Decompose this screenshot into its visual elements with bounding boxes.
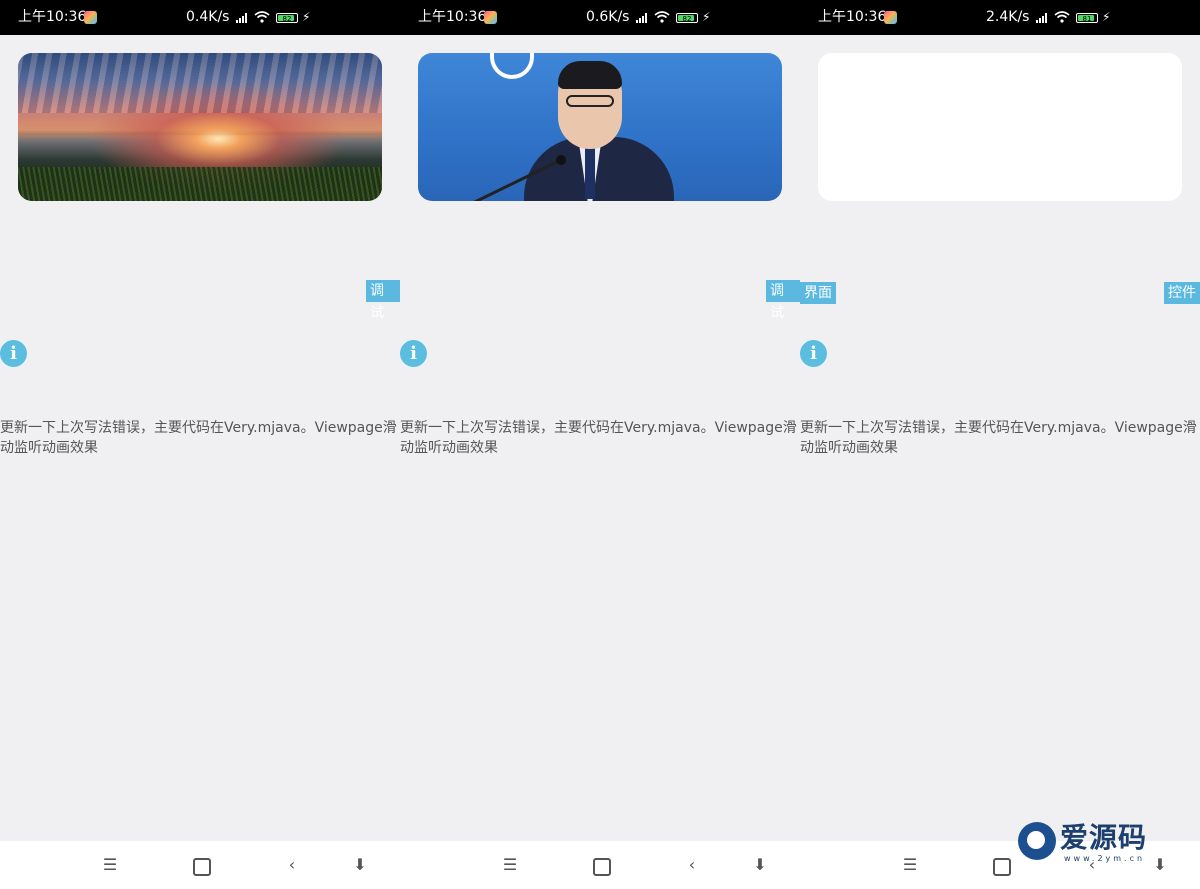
description-line-2: 动监听动画效果 [400,440,498,456]
speaker-glasses [566,95,614,107]
phone-screen-2: 上午10:36 0.6K/s 82 ⚡ 调试 i 更新一下上次写法错误，主要代码… [400,0,800,889]
notification-app-icon [484,11,497,24]
notification-app-icon [884,11,897,24]
wifi-icon [1054,11,1070,23]
sunset-clouds [18,53,382,113]
watermark-logo-icon [1018,822,1056,860]
description-text: 更新一下上次写法错误，主要代码在Very.mjava。Viewpage滑 动监听动… [0,418,400,458]
network-speed: 0.4K/s [186,9,230,25]
back-icon[interactable]: ‹ [682,855,702,875]
menu-icon[interactable]: ☰ [100,855,120,875]
status-time: 上午10:36 [818,9,887,25]
description-line-2: 动监听动画效果 [0,440,98,456]
info-icon: i [800,340,827,367]
signal-icon [636,13,650,23]
description-line-1: 更新一下上次写法错误，主要代码在Very.mjava。Viewpage滑 [0,420,397,436]
charging-icon: ⚡ [302,10,311,24]
battery-level: 81 [1082,15,1092,23]
speaker-hair [558,61,622,89]
navigation-bar: ☰ ‹ ⬇ [400,841,800,889]
battery-icon: 81 [1076,13,1098,23]
down-arrow-icon[interactable]: ⬇ [350,855,370,875]
battery-level: 82 [682,15,692,23]
watermark-text: 爱源码 [1060,821,1148,854]
phone-screen-1: 上午10:36 0.4K/s 82 ⚡ 调试 i 更新一下上次写法错误，主要代码… [0,0,400,889]
tag-interface[interactable]: 界面 [800,282,836,304]
home-icon[interactable] [190,855,211,876]
phone-screen-3: 上午10:36 2.4K/s 81 ⚡ 界面 控件 i 更新一下上次写法错误，主… [800,0,1200,889]
battery-icon: 82 [276,13,298,23]
back-icon[interactable]: ‹ [282,855,302,875]
description-line-1: 更新一下上次写法错误，主要代码在Very.mjava。Viewpage滑 [400,420,797,436]
charging-icon: ⚡ [1102,10,1111,24]
banner-card[interactable] [418,53,782,201]
status-bar: 上午10:36 2.4K/s 81 ⚡ [800,0,1200,35]
sunset-grass [18,167,382,201]
speaker-tie [585,143,595,199]
down-arrow-icon[interactable]: ⬇ [750,855,770,875]
status-bar: 上午10:36 0.4K/s 82 ⚡ [0,0,400,35]
wifi-icon [654,11,670,23]
navigation-bar: ☰ ‹ ⬇ [0,841,400,889]
info-icon: i [0,340,27,367]
description-line-1: 更新一下上次写法错误，主要代码在Very.mjava。Viewpage滑 [800,420,1197,436]
status-time: 上午10:36 [18,9,87,25]
microphone-icon [556,155,566,165]
battery-level: 82 [282,15,292,23]
tag-debug[interactable]: 调试 [366,280,400,321]
description-text: 更新一下上次写法错误，主要代码在Very.mjava。Viewpage滑 动监听动… [800,418,1200,458]
notification-app-icon [84,11,97,24]
network-speed: 2.4K/s [986,9,1030,25]
watermark: 爱源码 www.2ym.cn [1018,822,1168,872]
menu-icon[interactable]: ☰ [900,855,920,875]
network-speed: 0.6K/s [586,9,630,25]
status-time: 上午10:36 [418,9,487,25]
battery-icon: 82 [676,13,698,23]
menu-icon[interactable]: ☰ [500,855,520,875]
charging-icon: ⚡ [702,10,711,24]
status-bar: 上午10:36 0.6K/s 82 ⚡ [400,0,800,35]
banner-card[interactable] [18,53,382,201]
info-icon: i [400,340,427,367]
signal-icon [236,13,250,23]
banner-card[interactable] [818,53,1182,201]
wifi-icon [254,11,270,23]
home-icon[interactable] [990,855,1011,876]
home-icon[interactable] [590,855,611,876]
tag-widget[interactable]: 控件 [1164,282,1200,304]
signal-icon [1036,13,1050,23]
watermark-url: www.2ym.cn [1064,854,1146,863]
logo-emblem [490,53,534,79]
tag-debug[interactable]: 调试 [766,280,800,321]
description-line-2: 动监听动画效果 [800,440,898,456]
description-text: 更新一下上次写法错误，主要代码在Very.mjava。Viewpage滑 动监听动… [400,418,800,458]
